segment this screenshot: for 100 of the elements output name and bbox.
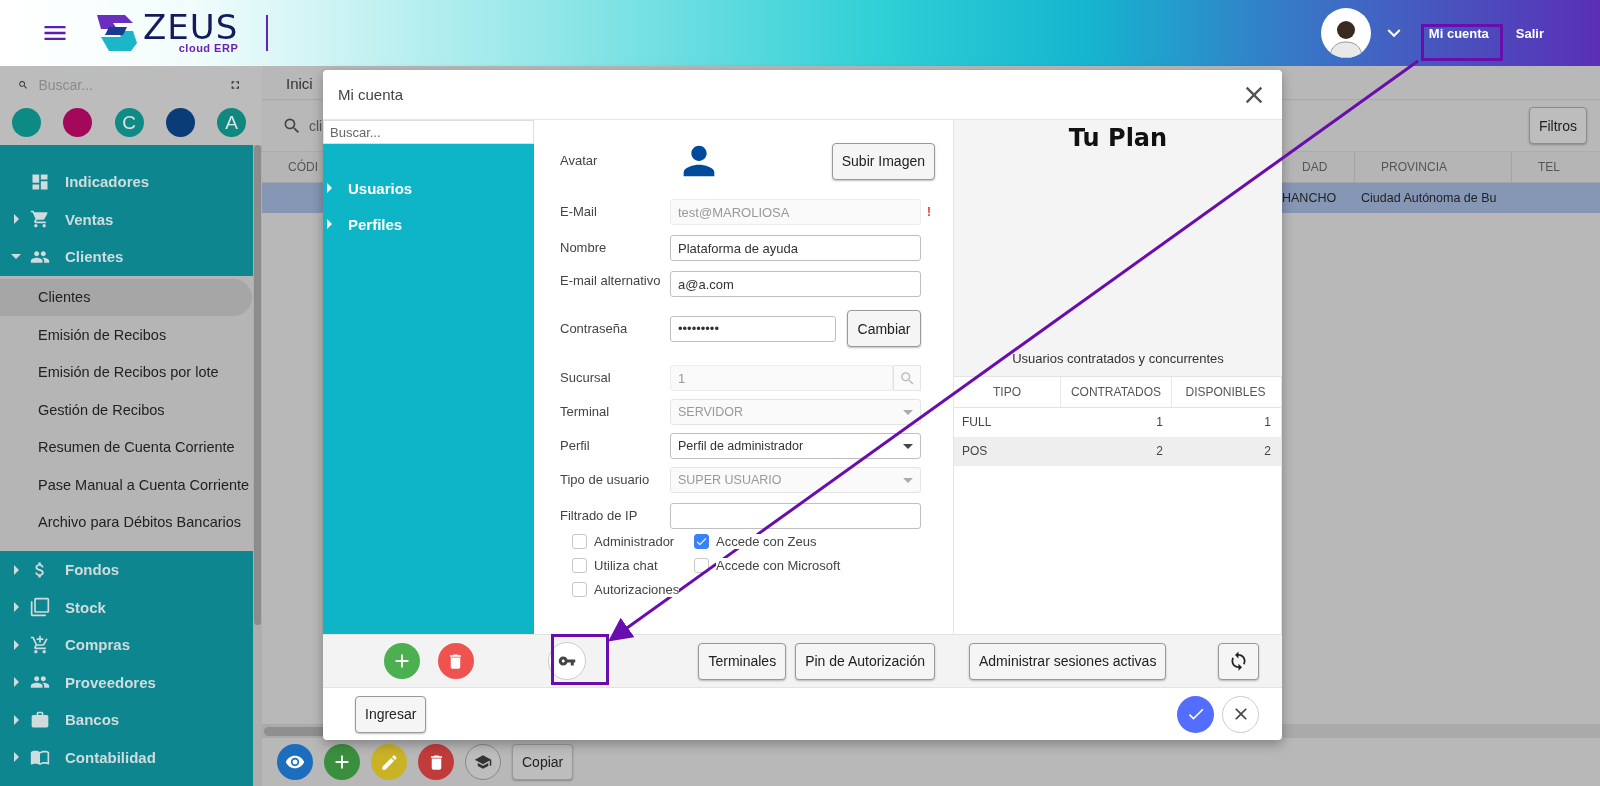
action-button[interactable]: Terminales: [698, 642, 787, 680]
edit-button[interactable]: [371, 744, 407, 780]
highlight-frame: [551, 634, 609, 685]
submenu-item[interactable]: Emisión de Recibos por lote: [0, 353, 252, 391]
submenu-item[interactable]: Pase Manual a Cuenta Corriente: [0, 466, 252, 504]
table-cell: Ciudad Autónoma de Bu: [1361, 191, 1497, 205]
checkbox-label: Accede con Zeus: [716, 534, 817, 549]
input-field[interactable]: [670, 503, 921, 529]
column-header: CONTRATADOS: [1060, 377, 1171, 407]
search-text: cli: [309, 117, 323, 134]
filter-button[interactable]: Filtros: [1528, 107, 1587, 144]
change-button[interactable]: Cambiar: [847, 310, 921, 347]
menu-icon: [30, 209, 50, 230]
column-header: PROVINCIA: [1381, 160, 1447, 174]
plan-subtitle: Usuarios contratados y concurrentes: [1012, 351, 1224, 366]
field-label: Terminal: [560, 403, 611, 421]
submenu-item[interactable]: Clientes: [0, 278, 252, 316]
checkbox[interactable]: [694, 534, 709, 549]
shortcut-button[interactable]: [165, 108, 195, 137]
field-label: E-mail alternativo: [560, 272, 662, 290]
cancel-button[interactable]: [1222, 695, 1259, 733]
confirm-button[interactable]: [1177, 695, 1214, 733]
column-header: DISPONIBLES: [1171, 377, 1279, 407]
logo-tagline: cloud ERP: [178, 42, 239, 54]
field-label: Contraseña: [560, 319, 629, 338]
delete-button[interactable]: [418, 744, 454, 780]
required-mark: !: [926, 205, 932, 219]
logo-name: ZEUS: [143, 12, 239, 42]
menu-icon: [30, 597, 50, 618]
action-button[interactable]: Pin de Autorización: [795, 642, 935, 680]
checkbox-label: Administrador: [594, 534, 675, 549]
table-cell: 2: [1264, 444, 1271, 458]
caret-right-icon: [13, 639, 19, 650]
submenu-item[interactable]: Archivo para Débitos Bancarios: [0, 503, 252, 541]
caret-icon: [903, 477, 913, 483]
logout-link[interactable]: Salir: [1515, 25, 1544, 41]
field-label: Tipo de usuario: [560, 471, 651, 489]
view-button[interactable]: [277, 744, 313, 780]
caret-right-icon: [327, 183, 332, 193]
column-header: CÓDI: [288, 160, 318, 174]
caret-right-icon: [13, 564, 19, 575]
caret-right-icon: [13, 602, 19, 613]
table-cell: FULL: [962, 415, 992, 429]
table-cell: 2: [1156, 444, 1163, 458]
table-cell: 1: [1156, 415, 1163, 429]
caret-down-icon: [11, 254, 21, 260]
plan-title: Tu Plan: [1068, 124, 1168, 152]
delete-button[interactable]: [437, 643, 474, 679]
check-icon: [695, 535, 708, 548]
upload-button[interactable]: Subir Imagen: [831, 142, 935, 180]
caret-right-icon: [13, 214, 19, 225]
field-label: Perfil: [560, 437, 591, 455]
field-label: E-Mail: [560, 203, 598, 221]
add-button[interactable]: [324, 744, 360, 780]
search-field[interactable]: Buscar...: [323, 120, 534, 144]
user-avatar[interactable]: [1320, 8, 1371, 58]
column-header: DAD: [1302, 160, 1328, 174]
password-field[interactable]: •••••••••: [670, 315, 836, 342]
caret-icon: [903, 409, 913, 415]
search-icon: [898, 369, 916, 387]
table-cell: HANCHO: [1282, 191, 1337, 205]
menu-icon: [30, 634, 50, 655]
field-label: Avatar: [560, 152, 599, 170]
dialog-title: Mi cuenta: [338, 86, 404, 103]
field-label: Filtrado de IP: [560, 507, 639, 525]
table-cell: 1: [1264, 415, 1271, 429]
copy-button[interactable]: Copiar: [512, 744, 574, 780]
checkbox[interactable]: [572, 582, 587, 597]
submenu-item[interactable]: Resumen de Cuenta Corriente: [0, 428, 252, 466]
graduation-cap-icon: [474, 753, 492, 771]
logo-mark-icon: [95, 13, 139, 53]
add-button[interactable]: [383, 643, 420, 679]
checkbox-label: Autorizaciones: [594, 582, 680, 597]
checkbox-label: Utiliza chat: [594, 558, 658, 573]
tab[interactable]: Inici: [286, 67, 313, 99]
caret-icon: [903, 443, 913, 449]
checkbox-label: Accede con Microsoft: [716, 558, 841, 573]
select-field[interactable]: Perfil de administrador: [670, 433, 921, 459]
column-header: TIPO: [992, 384, 1022, 401]
caret-right-icon: [13, 677, 19, 688]
enter-button[interactable]: Ingresar: [355, 695, 427, 733]
column-header: TEL: [1538, 160, 1560, 174]
key-button[interactable]: [548, 642, 586, 680]
input-field[interactable]: a@a.com: [670, 271, 921, 297]
submenu-item[interactable]: Gestión de Recibos: [0, 391, 252, 429]
caret-right-icon: [13, 714, 19, 725]
manage-sessions-button[interactable]: Administrar sesiones activas: [969, 642, 1167, 680]
input-field[interactable]: Plataforma de ayuda: [670, 235, 921, 261]
submenu-item[interactable]: Emisión de Recibos: [0, 316, 252, 354]
refresh-button[interactable]: [1218, 642, 1259, 680]
field-label: Sucursal: [560, 369, 612, 387]
account-link[interactable]: Mi cuenta: [1428, 25, 1489, 41]
checkbox[interactable]: [572, 534, 587, 549]
menu-icon: [30, 709, 50, 730]
checkbox[interactable]: [572, 558, 587, 573]
field-label: Nombre: [560, 239, 608, 257]
caret-right-icon: [327, 219, 332, 229]
shortcut-button[interactable]: [63, 108, 93, 137]
school-button[interactable]: [465, 744, 501, 780]
table-cell: POS: [962, 444, 988, 458]
